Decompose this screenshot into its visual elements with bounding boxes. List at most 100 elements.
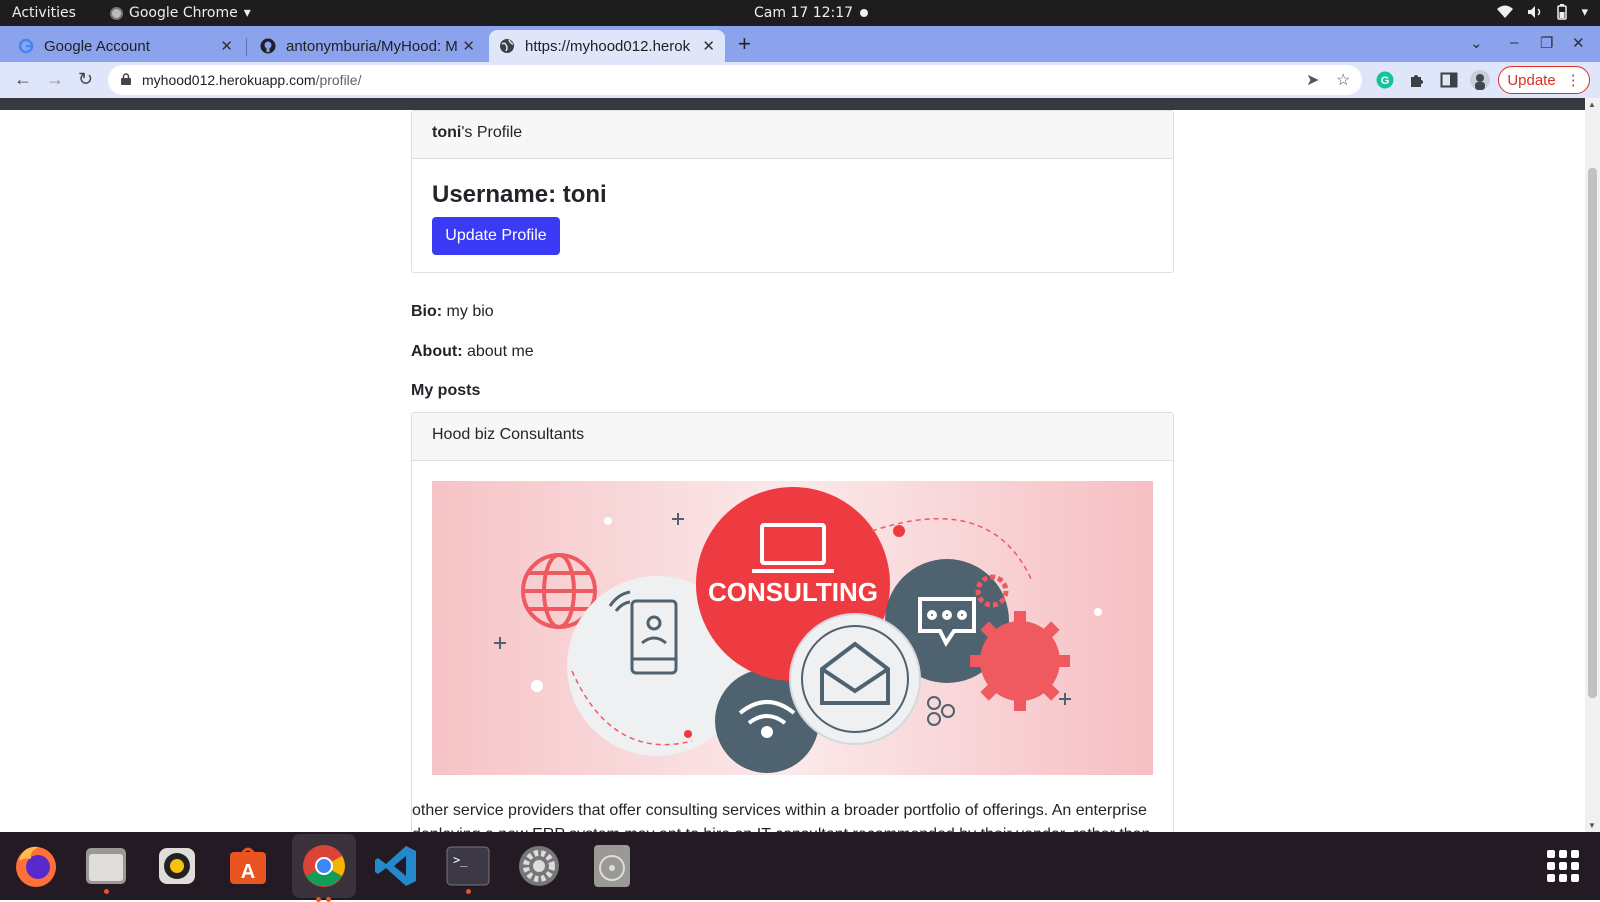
username-heading: Username: toni [432, 181, 607, 208]
tab-strip: Google Account ✕ antonymburia/MyHood: M … [0, 26, 1600, 62]
avatar[interactable] [1470, 70, 1490, 90]
address-bar[interactable]: myhood012.herokuapp.com/profile/ ➤ ☆ [108, 65, 1362, 95]
svg-text:>_: >_ [453, 853, 468, 867]
system-tray[interactable]: ▾ [1497, 4, 1588, 20]
tab-title: https://myhood012.herok [525, 37, 691, 55]
rhythmbox-icon [159, 848, 195, 884]
vscode-launcher[interactable] [372, 842, 420, 890]
tab-myhood-profile[interactable]: https://myhood012.herok ✕ [489, 30, 725, 62]
bio-field: Bio: my bio [411, 303, 494, 321]
update-profile-button[interactable]: Update Profile [432, 217, 560, 255]
tab-google-account[interactable]: Google Account ✕ [8, 30, 243, 62]
extensions-puzzle-icon[interactable] [1408, 71, 1426, 89]
chrome-small-icon [110, 6, 123, 20]
my-posts-heading: My posts [411, 382, 481, 399]
battery-icon [1557, 4, 1568, 20]
profile-card: toni's Profile Username: toni Update Pro… [411, 110, 1174, 273]
google-icon [18, 38, 34, 54]
new-tab-button[interactable]: + [738, 31, 751, 57]
lock-icon[interactable] [121, 73, 131, 85]
mail-bubble [789, 613, 921, 745]
close-icon[interactable]: ✕ [462, 37, 475, 55]
clock[interactable]: Cam 17 12:17 [754, 5, 853, 21]
bio-value: my bio [442, 303, 494, 320]
scroll-down-arrow-icon[interactable]: ▼ [1588, 821, 1596, 830]
consulting-label: CONSULTING [708, 577, 878, 607]
chrome-icon [303, 845, 345, 887]
scroll-up-arrow-icon[interactable]: ▲ [1588, 100, 1596, 109]
wifi-icon [1497, 5, 1514, 18]
close-icon[interactable]: ✕ [702, 37, 715, 55]
close-icon[interactable]: ✕ [220, 37, 233, 55]
app-grid-icon[interactable] [1547, 850, 1579, 882]
vscode-icon [375, 846, 416, 886]
chrome-update-button[interactable]: Update ⋮ [1498, 66, 1590, 94]
volume-icon [1528, 6, 1541, 18]
bookmark-star-icon[interactable]: ☆ [1336, 70, 1350, 90]
profile-header-suffix: 's Profile [461, 124, 523, 141]
site-navbar [0, 98, 1585, 110]
github-icon [260, 38, 276, 54]
software-launcher[interactable]: A [224, 842, 272, 890]
settings-launcher[interactable] [515, 842, 563, 890]
url-host: myhood012.herokuapp.com [142, 72, 316, 88]
reload-icon[interactable]: ↻ [78, 69, 93, 90]
disk-icon [594, 845, 630, 887]
firefox-icon [16, 846, 56, 887]
dock: A >_ [0, 832, 1600, 902]
side-panel-icon[interactable] [1440, 71, 1458, 89]
about-label: About: [411, 343, 463, 360]
settings-icon [519, 846, 559, 886]
scrollbar-thumb[interactable] [1588, 168, 1597, 698]
tab-title: antonymburia/MyHood: M [286, 37, 458, 55]
firefox-launcher[interactable] [12, 842, 60, 890]
system-top-bar: Activities Google Chrome ▾ Cam 17 12:17 … [0, 0, 1600, 26]
activities-button[interactable]: Activities [12, 5, 76, 21]
restore-icon[interactable]: ❐ [1540, 34, 1553, 52]
globe-icon [500, 39, 514, 53]
about-value: about me [462, 343, 534, 360]
grammarly-icon[interactable]: G [1376, 71, 1394, 89]
page-scrollbar[interactable]: ▲ ▼ [1585, 98, 1600, 832]
about-field: About: about me [411, 343, 534, 361]
tab-github[interactable]: antonymburia/MyHood: M ✕ [250, 30, 485, 62]
tab-separator [246, 38, 247, 56]
page-viewport: toni's Profile Username: toni Update Pro… [0, 98, 1585, 832]
forward-arrow-icon[interactable]: → [46, 69, 64, 90]
chevron-down-icon: ▾ [1581, 4, 1588, 20]
profile-card-header: toni's Profile [412, 111, 1173, 159]
chevron-down-icon: ▾ [243, 5, 251, 21]
rhythmbox-launcher[interactable] [153, 842, 201, 890]
back-arrow-icon[interactable]: ← [14, 69, 32, 90]
terminal-icon: >_ [446, 846, 490, 886]
software-icon: A [230, 847, 266, 884]
tab-title: Google Account [44, 37, 150, 55]
bio-label: Bio: [411, 303, 443, 320]
url-text[interactable]: myhood012.herokuapp.com/profile/ [142, 72, 361, 88]
window-close-icon[interactable]: ✕ [1572, 34, 1585, 52]
post-excerpt: other service providers that offer consu… [412, 802, 1150, 832]
minimize-icon[interactable]: – [1510, 34, 1518, 51]
running-indicator [104, 889, 109, 894]
files-icon [86, 848, 126, 884]
send-tab-icon[interactable]: ➤ [1306, 70, 1319, 90]
browser-toolbar: ← → ↻ myhood012.herokuapp.com/profile/ ➤… [0, 62, 1600, 98]
kebab-menu-icon: ⋮ [1565, 72, 1581, 89]
disk-launcher[interactable] [588, 842, 636, 890]
post-title[interactable]: Hood biz Consultants [412, 413, 1173, 461]
terminal-launcher[interactable]: >_ [444, 842, 492, 894]
svg-text:G: G [1381, 75, 1390, 87]
running-indicator [466, 889, 471, 894]
chrome-launcher[interactable] [292, 834, 356, 902]
post-card: Hood biz Consultants CONSULTING other se… [411, 412, 1174, 832]
tab-search-icon[interactable]: ⌄ [1470, 34, 1483, 52]
files-launcher[interactable] [82, 842, 130, 894]
profile-owner-name: toni [432, 124, 462, 141]
app-menu[interactable]: Google Chrome ▾ [110, 5, 251, 21]
update-label: Update [1507, 71, 1556, 89]
app-menu-label: Google Chrome [129, 5, 238, 21]
url-path: /profile/ [315, 72, 362, 88]
post-image: CONSULTING [432, 481, 1153, 775]
svg-text:A: A [241, 861, 255, 883]
notification-dot [860, 9, 868, 17]
